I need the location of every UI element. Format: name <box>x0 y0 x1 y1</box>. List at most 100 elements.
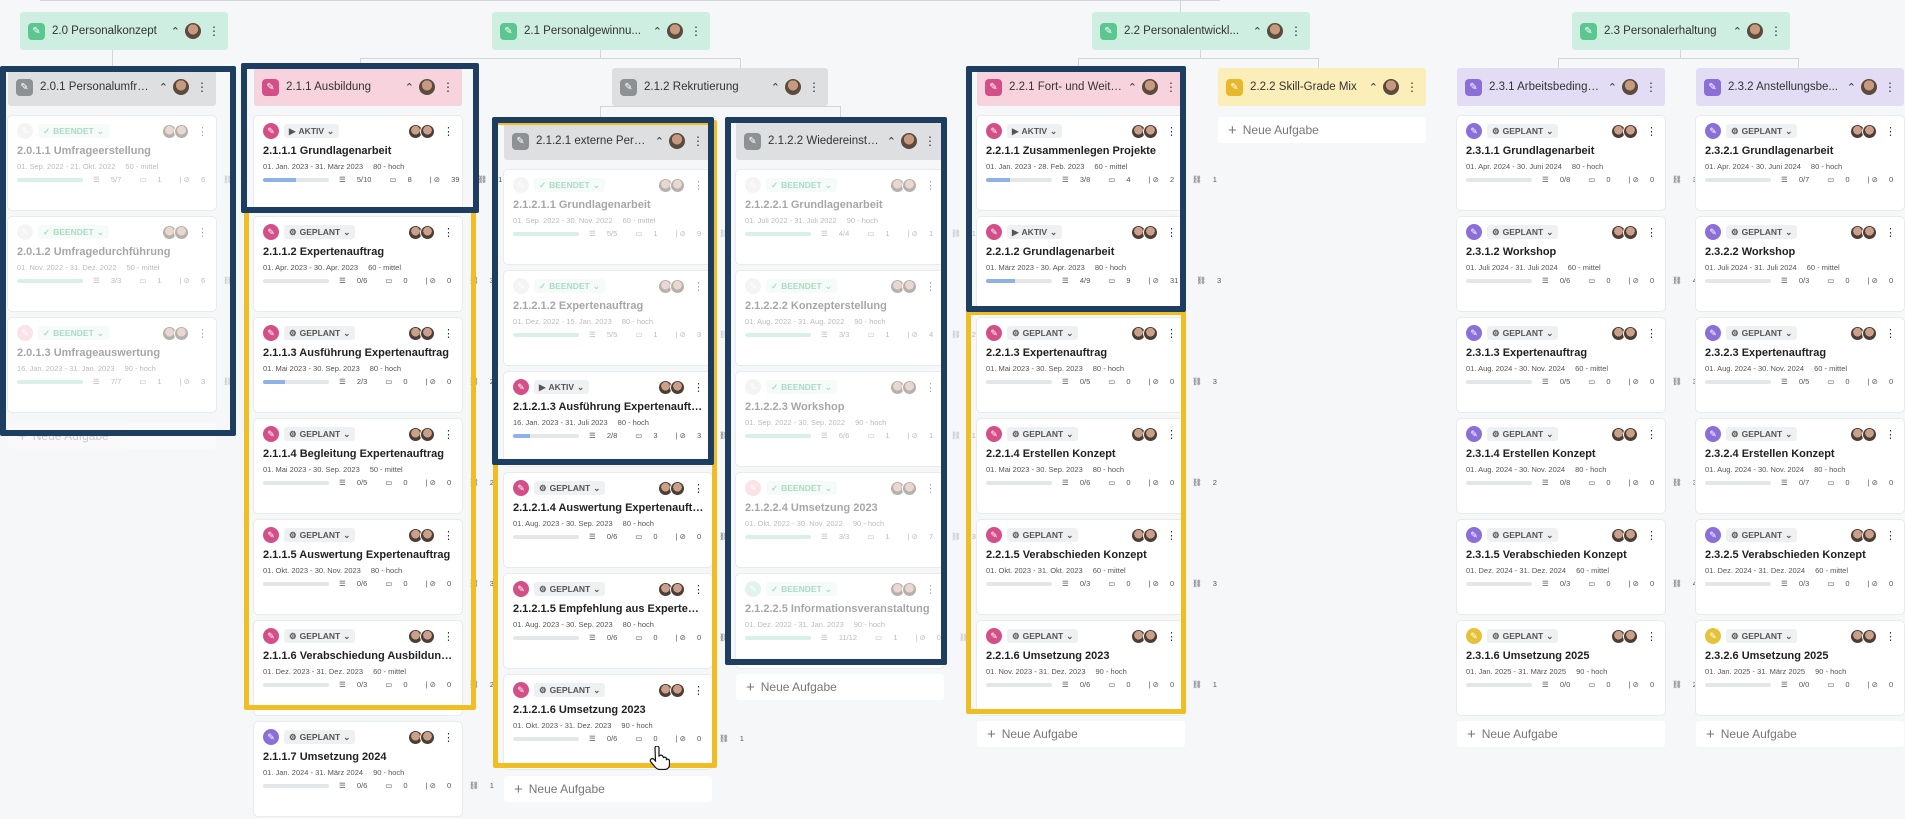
status-dropdown[interactable]: ⚙ GEPLANT ⌄ <box>1487 326 1559 340</box>
chevron-up-icon[interactable]: ⌃ <box>1253 25 1262 38</box>
assignee-avatars[interactable] <box>658 581 685 597</box>
assignee-avatars[interactable] <box>1850 224 1877 240</box>
task-card[interactable]: ✎ ✓ BEENDET ⌄ ⋮ 2.1.2.1.2 Expertenauftrag 01. … <box>504 271 744 365</box>
add-task-button[interactable]: + Neue Aufgabe <box>977 721 1185 747</box>
kebab-menu-icon[interactable]: ⋮ <box>1646 428 1657 441</box>
column-header[interactable]: ✎ 2.2.1 Fort- und Weite... ⌃ ⋮ <box>977 68 1185 106</box>
card-title[interactable]: 2.2.1.5 Verabschieden Konzept <box>986 549 1177 561</box>
assignee-avatars[interactable] <box>1850 527 1877 543</box>
status-dropdown[interactable]: ▶ AKTIV ⌄ <box>1007 225 1063 239</box>
card-title[interactable]: 2.1.1.7 Umsetzung 2024 <box>263 751 454 763</box>
kebab-menu-icon[interactable]: ⋮ <box>1885 125 1896 138</box>
pencil-icon[interactable]: ✎ <box>263 729 279 745</box>
assignee-avatars[interactable] <box>1131 527 1158 543</box>
pencil-icon[interactable]: ✎ <box>513 581 529 597</box>
assignee-avatars[interactable] <box>890 177 917 193</box>
task-card[interactable]: ✎ ⚙ GEPLANT ⌄ ⋮ 2.1.1.6 Verabschiedung Ausbil… <box>254 621 494 715</box>
pencil-icon[interactable]: ✎ <box>745 581 761 597</box>
task-card[interactable]: ✎ ⚙ GEPLANT ⌄ ⋮ 2.3.1.6 Umsetzung 2025 01. Jan… <box>1457 621 1697 715</box>
assignee-avatars[interactable] <box>890 480 917 496</box>
card-title[interactable]: 2.1.2.2.5 Informationsveranstaltung <box>745 603 936 615</box>
pencil-icon[interactable]: ✎ <box>1705 527 1721 543</box>
kebab-menu-icon[interactable]: ⋮ <box>1770 24 1782 38</box>
status-dropdown[interactable]: ✓ BEENDET ⌄ <box>766 481 837 495</box>
kebab-menu-icon[interactable]: ⋮ <box>1290 24 1302 38</box>
pencil-icon[interactable]: ✎ <box>513 278 529 294</box>
assignee-avatars[interactable] <box>408 729 435 745</box>
assignee-avatars[interactable] <box>162 325 189 341</box>
kebab-menu-icon[interactable]: ⋮ <box>443 529 454 542</box>
status-dropdown[interactable]: ⚙ GEPLANT ⌄ <box>534 683 606 697</box>
status-dropdown[interactable]: ⚙ GEPLANT ⌄ <box>1487 528 1559 542</box>
card-title[interactable]: 2.2.1.2 Grundlagenarbeit <box>986 246 1177 258</box>
assignee-avatars[interactable] <box>162 224 189 240</box>
kebab-menu-icon[interactable]: ⋮ <box>693 381 704 394</box>
assignee-avatars[interactable] <box>1850 123 1877 139</box>
task-card[interactable]: ✎ ✓ BEENDET ⌄ ⋮ 2.0.1.2 Umfragedurchführung 01… <box>8 217 248 311</box>
kebab-menu-icon[interactable]: ⋮ <box>1166 630 1177 643</box>
card-title[interactable]: 2.3.1.3 Expertenauftrag <box>1466 347 1657 359</box>
card-title[interactable]: 2.1.1.5 Auswertung Expertenauftrag <box>263 549 454 561</box>
assignee-avatars[interactable] <box>1131 224 1158 240</box>
kebab-menu-icon[interactable]: ⋮ <box>1646 630 1657 643</box>
card-title[interactable]: 2.1.2.2.4 Umsetzung 2023 <box>745 502 936 514</box>
pencil-icon[interactable]: ✎ <box>985 78 1002 96</box>
status-dropdown[interactable]: ⚙ GEPLANT ⌄ <box>1007 326 1079 340</box>
card-title[interactable]: 2.1.2.2.2 Konzepterstellung <box>745 300 936 312</box>
kebab-menu-icon[interactable]: ⋮ <box>197 226 208 239</box>
add-task-button[interactable]: + Neue Aufgabe <box>736 674 944 700</box>
card-title[interactable]: 2.1.2.1.3 Ausführung Expertenauftrag <box>513 401 704 413</box>
assignee-avatars[interactable] <box>1611 325 1638 341</box>
task-card[interactable]: ✎ ✓ BEENDET ⌄ ⋮ 2.1.2.2.2 Konzepterstellung 01… <box>736 271 976 365</box>
kebab-menu-icon[interactable]: ⋮ <box>1884 80 1896 94</box>
group-header[interactable]: ✎ 2.0 Personalkonzept ⌃ ⋮ <box>20 12 228 50</box>
assignee-avatars[interactable] <box>890 278 917 294</box>
pencil-icon[interactable]: ✎ <box>513 379 529 395</box>
status-dropdown[interactable]: ⚙ GEPLANT ⌄ <box>284 326 356 340</box>
column-header[interactable]: ✎ 2.0.1 Personalumfrage ⌃ ⋮ <box>8 68 216 106</box>
pencil-icon[interactable]: ✎ <box>17 325 33 341</box>
status-dropdown[interactable]: ⚙ GEPLANT ⌄ <box>284 225 356 239</box>
task-card[interactable]: ✎ ⚙ GEPLANT ⌄ ⋮ 2.3.2.6 Umsetzung 2025 01. Jan… <box>1696 621 1904 715</box>
task-card[interactable]: ✎ ✓ BEENDET ⌄ ⋮ 2.1.2.2.4 Umsetzung 2023 01. O… <box>736 473 976 567</box>
pencil-icon[interactable]: ✎ <box>263 123 279 139</box>
kebab-menu-icon[interactable]: ⋮ <box>208 24 220 38</box>
status-dropdown[interactable]: ✓ BEENDET ⌄ <box>38 124 109 138</box>
pencil-icon[interactable]: ✎ <box>1466 224 1482 240</box>
card-title[interactable]: 2.1.1.1 Grundlagenarbeit <box>263 145 454 157</box>
assignee-avatars[interactable] <box>1611 426 1638 442</box>
pencil-icon[interactable]: ✎ <box>1466 426 1482 442</box>
pencil-icon[interactable]: ✎ <box>986 123 1002 139</box>
card-title[interactable]: 2.3.2.1 Grundlagenarbeit <box>1705 145 1896 157</box>
status-dropdown[interactable]: ✓ BEENDET ⌄ <box>766 582 837 596</box>
card-title[interactable]: 2.1.1.2 Expertenauftrag <box>263 246 454 258</box>
pencil-icon[interactable]: ✎ <box>1705 224 1721 240</box>
chevron-up-icon[interactable]: ⌃ <box>653 25 662 38</box>
kebab-menu-icon[interactable]: ⋮ <box>1646 226 1657 239</box>
status-dropdown[interactable]: ⚙ GEPLANT ⌄ <box>1726 528 1798 542</box>
column-header[interactable]: ✎ 2.1.2.2 Wiedereinstei... ⌃ ⋮ <box>736 122 944 160</box>
assignee-avatars[interactable] <box>1131 325 1158 341</box>
chevron-up-icon[interactable]: ⌃ <box>405 81 414 94</box>
card-title[interactable]: 2.1.2.1.1 Grundlagenarbeit <box>513 199 704 211</box>
status-dropdown[interactable]: ⚙ GEPLANT ⌄ <box>284 629 356 643</box>
chevron-up-icon[interactable]: ⌃ <box>171 25 180 38</box>
group-header[interactable]: ✎ 2.1 Personalgewinnu... ⌃ ⋮ <box>492 12 710 50</box>
task-card[interactable]: ✎ ⚙ GEPLANT ⌄ ⋮ 2.1.2.1.5 Empfehlung aus Expe… <box>504 574 744 668</box>
pencil-icon[interactable]: ✎ <box>513 682 529 698</box>
task-card[interactable]: ✎ ⚙ GEPLANT ⌄ ⋮ 2.2.1.5 Verabschieden Konzept… <box>977 520 1217 614</box>
kebab-menu-icon[interactable]: ⋮ <box>693 482 704 495</box>
assignee-avatars[interactable] <box>1850 426 1877 442</box>
pencil-icon[interactable]: ✎ <box>1466 628 1482 644</box>
status-dropdown[interactable]: ⚙ GEPLANT ⌄ <box>1487 124 1559 138</box>
add-task-button[interactable]: + Neue Aufgabe <box>8 423 216 449</box>
kebab-menu-icon[interactable]: ⋮ <box>925 583 936 596</box>
pencil-icon[interactable]: ✎ <box>986 224 1002 240</box>
card-title[interactable]: 2.2.1.3 Expertenauftrag <box>986 347 1177 359</box>
pencil-icon[interactable]: ✎ <box>263 628 279 644</box>
kebab-menu-icon[interactable]: ⋮ <box>692 134 704 148</box>
status-dropdown[interactable]: ▶ AKTIV ⌄ <box>284 124 340 138</box>
pencil-icon[interactable]: ✎ <box>500 22 517 40</box>
pencil-icon[interactable]: ✎ <box>620 78 637 96</box>
chevron-up-icon[interactable]: ⌃ <box>655 135 664 148</box>
